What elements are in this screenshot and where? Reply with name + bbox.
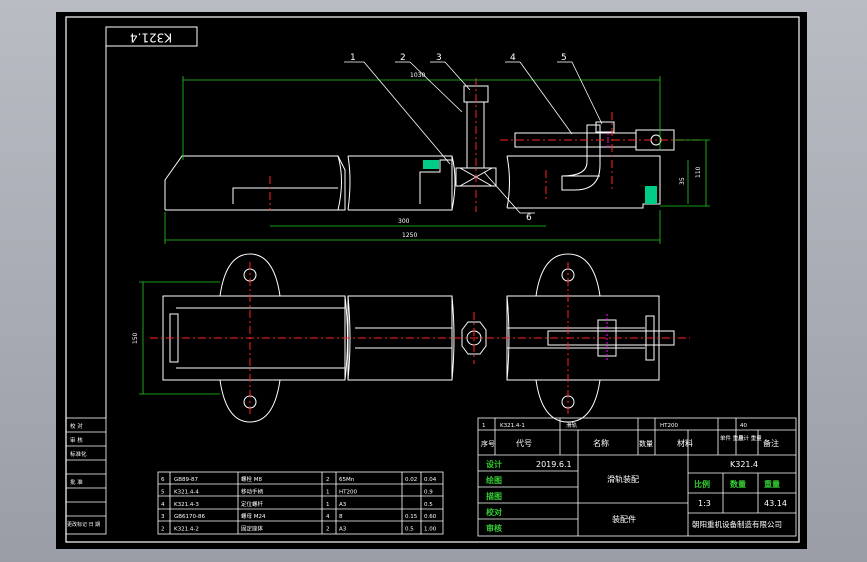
balloon-5: 5 <box>561 53 567 63</box>
col-qty: 数量 <box>639 439 653 448</box>
parts-cell-qty: 2 <box>326 527 330 533</box>
balloon-6: 6 <box>526 213 532 223</box>
col-total-weight: 总计 重量 <box>738 434 762 442</box>
rev-row-5: 批 准 <box>70 478 83 486</box>
parts-cell-qty: 4 <box>326 514 330 520</box>
drawing-sheet: K321.4 1030 300 1250 110 35 1 2 3 4 5 6 … <box>56 12 807 549</box>
dim-right-text-2: 35 <box>679 177 686 185</box>
tb-scale-label: 比例 <box>694 479 710 489</box>
dim-plan-text: 150 <box>132 332 139 344</box>
cad-viewport[interactable]: K321.4 1030 300 1250 110 35 1 2 3 4 5 6 … <box>0 0 867 562</box>
parts-cell-w1: 0.5 <box>405 527 414 533</box>
col-material: 材料 <box>677 438 693 448</box>
parts-cell-code: GB6170-86 <box>174 514 206 520</box>
hdr-no: 1 <box>482 423 486 429</box>
parts-cell-code: K321.4-3 <box>174 502 199 508</box>
parts-cell-qty: 2 <box>326 477 330 483</box>
parts-cell-no: 5 <box>161 489 165 495</box>
col-code: 代号 <box>516 438 532 448</box>
col-no: 序号 <box>481 439 495 448</box>
tb-title: 滑轨装配 <box>607 474 639 484</box>
parts-cell-no: 3 <box>161 514 165 520</box>
parts-cell-w1: 0.15 <box>405 514 418 520</box>
tb-label-5: 审核 <box>486 523 502 533</box>
balloon-1: 1 <box>350 53 356 63</box>
parts-cell-material: A3 <box>339 527 347 533</box>
hdr-material: HT200 <box>660 423 678 429</box>
tb-drawing-no: K321.4 <box>730 460 758 469</box>
parts-cell-w2: 0.60 <box>424 514 437 520</box>
dim-overall-text: 1250 <box>402 232 417 239</box>
col-remark: 备注 <box>763 438 779 448</box>
parts-cell-w2: 0.9 <box>424 489 433 495</box>
parts-cell-qty: 1 <box>326 502 330 508</box>
parts-cell-no: 6 <box>161 477 165 483</box>
balloon-2: 2 <box>400 53 406 63</box>
parts-cell-name: 移动手柄 <box>241 487 264 495</box>
parts-cell-w2: 1.00 <box>424 527 437 533</box>
parts-cell-name: 螺栓 M8 <box>241 475 262 483</box>
tb-scale-value: 1:3 <box>698 499 711 508</box>
parts-cell-material: 8 <box>339 514 343 520</box>
parts-cell-w1: 0.02 <box>405 477 417 483</box>
balloon-3: 3 <box>436 53 442 63</box>
dim-right-text-1: 110 <box>695 166 702 178</box>
parts-cell-code: K321.4-4 <box>174 489 199 495</box>
hdr-code: K321.4-1 <box>500 423 525 429</box>
parts-cell-w2: 0.5 <box>424 502 433 508</box>
rev-row-1: 校 对 <box>70 422 83 430</box>
tb-weight-label: 重量 <box>764 479 780 489</box>
rev-row-8: 更改标记 日 期 <box>67 521 100 528</box>
parts-cell-code: GB89-87 <box>174 477 199 483</box>
parts-cell-material: HT200 <box>339 489 357 495</box>
tb-weight-value: 43.14 <box>764 499 787 508</box>
parts-cell-qty: 1 <box>326 489 330 495</box>
rev-row-2: 审 核 <box>70 436 83 444</box>
tb-company: 朝阳重机设备制造有限公司 <box>692 519 782 529</box>
parts-cell-name: 定位螺杆 <box>241 500 264 508</box>
parts-cell-no: 4 <box>161 502 165 508</box>
tb-label-2: 绘图 <box>486 475 502 485</box>
parts-cell-material: A3 <box>339 502 347 508</box>
hdr-weight: 40 <box>740 423 747 429</box>
sheet-background <box>56 12 807 549</box>
tb-subtitle: 装配件 <box>612 514 636 524</box>
dim-top-text: 1030 <box>410 72 425 79</box>
code-box-text: K321.4 <box>130 31 172 45</box>
dim-inner-text: 300 <box>398 218 410 225</box>
tb-label-4: 校对 <box>486 507 502 517</box>
tb-value-1: 2019.6.1 <box>536 460 572 469</box>
parts-cell-name: 螺母 M24 <box>241 512 266 520</box>
parts-cell-code: K321.4-2 <box>174 527 199 533</box>
balloon-4: 4 <box>510 53 516 63</box>
tb-qty-label: 数量 <box>730 479 746 489</box>
col-name: 名称 <box>593 438 609 448</box>
tb-label-3: 描图 <box>486 491 502 501</box>
parts-cell-w2: 0.04 <box>424 477 437 483</box>
tb-label-1: 设计 <box>486 459 502 469</box>
parts-cell-material: 65Mn <box>339 477 355 483</box>
parts-cell-name: 固定座体 <box>241 525 264 533</box>
rev-row-3: 标准化 <box>70 450 87 458</box>
hdr-name: 滑轨 <box>566 421 578 429</box>
parts-cell-no: 2 <box>161 527 165 533</box>
